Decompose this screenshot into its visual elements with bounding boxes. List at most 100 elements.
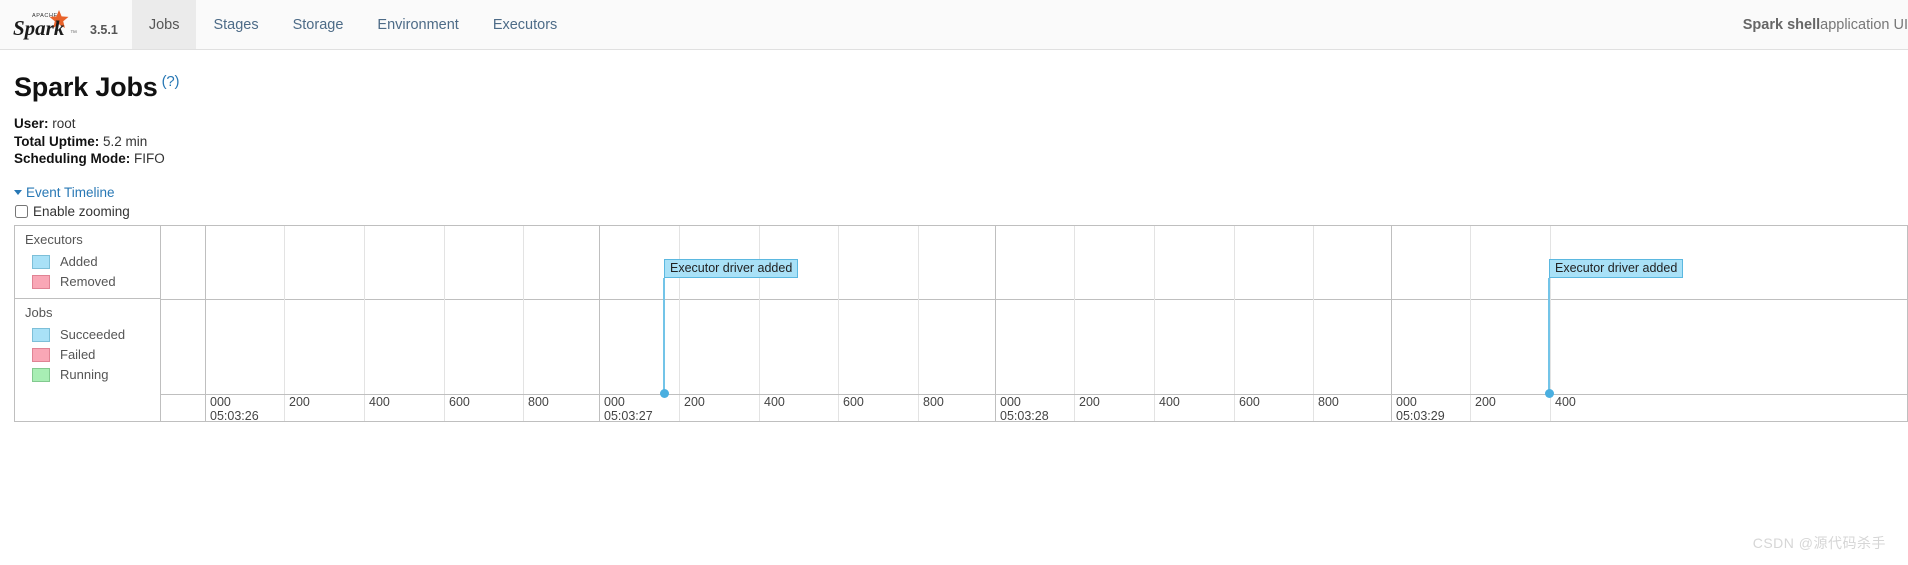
timeline-gridline [679,225,680,394]
timeline-gridline [205,225,206,394]
axis-tick: 000 05:03:28 [995,394,1049,421]
timeline-gridline [1470,225,1471,394]
timeline-event-label[interactable]: Executor driver added [664,258,799,278]
summary-scheduling-label: Scheduling Mode: [14,151,131,166]
timeline-gridline [364,225,365,394]
axis-tick-number: 000 [1396,394,1417,409]
legend-swatch-succeeded [32,327,50,342]
page-title: Spark Jobs (?) [14,72,1894,103]
summary-uptime: Total Uptime: 5.2 min [14,133,1894,151]
timeline-gridline [1074,225,1075,394]
axis-tick-number: 200 [1079,394,1100,409]
axis-tick: 800 [1313,395,1339,409]
summary-user: User: root [14,115,1894,133]
axis-tick-number: 600 [843,394,864,409]
timeline-gridline [523,225,524,394]
axis-tick-number: 600 [1239,394,1260,409]
tab-jobs[interactable]: Jobs [131,0,197,49]
axis-tick: 600 [1234,395,1260,409]
axis-tick: 000 05:03:27 [599,395,653,422]
axis-tick-number: 400 [1555,394,1576,409]
page-content: Spark Jobs (?) User: root Total Uptime: 5… [0,72,1908,422]
page-title-text: Spark Jobs [14,72,158,102]
timeline-gridline [599,225,600,394]
axis-tick: 000 05:03:26 [205,394,259,422]
timeline-canvas[interactable]: 000 05:03:26 200 400 600 800 000 05:03:27 200 400… [161,225,1907,422]
axis-tick: 600 [838,395,864,409]
axis-tick: 800 [918,395,944,409]
spark-logo-brand[interactable]: APACHE Spark ™ 3.5.1 [0,0,132,49]
timeline-gridline [444,225,445,394]
timeline-gridline [284,225,285,394]
timeline-gridline [1313,225,1314,394]
legend-item-executor-removed: Removed [32,272,160,292]
event-timeline-chart[interactable]: Executors Added Removed Jobs Succeeded F… [14,224,1908,422]
axis-tick-time: 05:03:27 [604,408,653,422]
enable-zooming-checkbox[interactable] [15,204,28,218]
axis-tick-number: 200 [289,394,310,409]
timeline-event-dot-icon[interactable] [1544,388,1554,398]
timeline-gridline [918,225,919,394]
summary-scheduling-mode: Scheduling Mode: FIFO [14,150,1894,168]
axis-tick-number: 400 [1159,394,1180,409]
summary-user-label: User: [14,116,49,131]
legend-group-jobs: Jobs Succeeded Failed Running [15,299,160,389]
axis-tick: 400 [1550,395,1576,409]
legend-item-executor-added: Added [32,252,160,272]
timeline-event-dot-icon[interactable] [659,388,669,398]
tab-environment[interactable]: Environment [360,0,475,49]
legend-group-executors: Executors Added Removed [15,226,160,299]
axis-tick-number: 000 [210,394,231,409]
help-link-icon[interactable]: (?) [162,73,180,90]
tab-storage[interactable]: Storage [276,0,361,49]
axis-tick-time: 05:03:26 [210,408,259,422]
nav-tabs: Jobs Stages Storage Environment Executor… [131,0,574,49]
tab-executors[interactable]: Executors [476,0,574,49]
axis-tick-number: 200 [1475,394,1496,409]
legend-label-succeeded: Succeeded [60,327,126,342]
legend-item-job-failed: Failed [32,345,160,365]
legend-group-jobs-title: Jobs [25,304,53,320]
timeline-gridline [759,225,760,394]
legend-swatch-removed [32,274,50,289]
apache-spark-logo-icon: APACHE Spark ™ [12,8,84,42]
axis-tick: 600 [444,395,470,409]
axis-tick: 200 [1470,395,1496,409]
axis-tick-time: 05:03:29 [1396,408,1445,422]
application-title-suffix: application UI [1820,16,1908,33]
summary-scheduling-value: FIFO [134,151,165,166]
timeline-gridline [1391,225,1392,394]
axis-tick: 800 [523,395,549,409]
tab-stages[interactable]: Stages [196,0,275,49]
timeline-gridlines [161,225,1907,394]
legend-item-job-succeeded: Succeeded [32,325,160,345]
timeline-axis: 000 05:03:26 200 400 600 800 000 05:03:27 200 400… [161,393,1907,422]
axis-tick: 400 [759,395,785,409]
axis-tick: 000 05:03:29 [1391,394,1445,422]
summary-uptime-value: 5.2 min [103,133,148,149]
axis-tick-number: 000 [1000,394,1021,409]
event-timeline-toggle-label: Event Timeline [26,184,115,200]
event-timeline-toggle[interactable]: Event Timeline [14,185,115,200]
axis-tick-number: 800 [528,394,549,409]
application-name: Spark shell [1742,16,1821,33]
legend-label-removed: Removed [60,274,116,289]
spark-version: 3.5.1 [90,22,118,37]
timeline-event-stem [1548,277,1550,394]
timeline-gridline [1234,225,1235,394]
enable-zooming-label[interactable]: Enable zooming [33,204,130,219]
svg-text:™: ™ [70,30,77,37]
axis-tick: 200 [1074,395,1100,409]
legend-swatch-failed [32,347,50,362]
timeline-gridline [1154,225,1155,394]
timeline-event-label[interactable]: Executor driver added [1549,258,1684,278]
job-summary-list: User: root Total Uptime: 5.2 min Schedul… [14,115,1894,168]
timeline-gridline [838,225,839,394]
timeline-row-separator [161,298,1907,300]
summary-uptime-label: Total Uptime: [14,133,100,149]
legend-item-job-running: Running [32,365,160,385]
axis-tick-number: 400 [764,394,785,409]
summary-user-value: root [52,116,76,131]
watermark: CSDN @源代码杀手 [1752,535,1886,551]
caret-down-icon [14,189,22,195]
